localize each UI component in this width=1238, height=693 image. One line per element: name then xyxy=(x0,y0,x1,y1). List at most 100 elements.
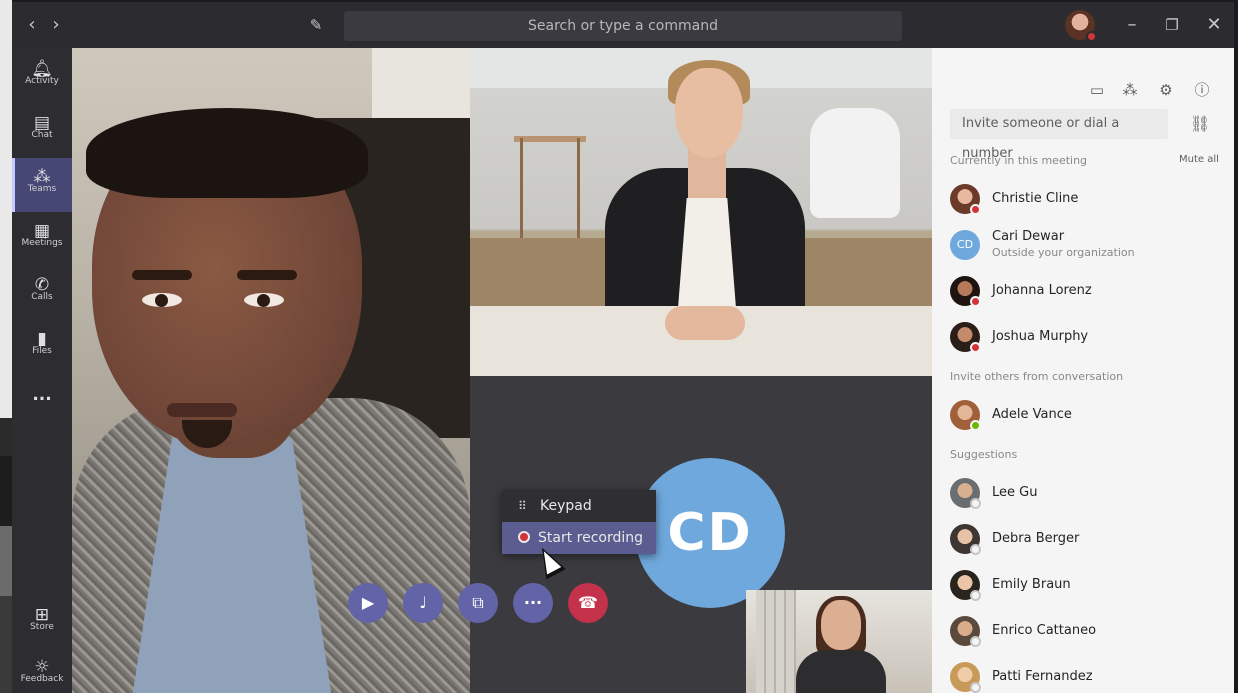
lightbulb-icon: ☼ xyxy=(34,657,50,677)
keypad-icon: ⠿ xyxy=(518,499,527,513)
participant-name: Patti Fernandez xyxy=(992,669,1093,684)
participant-name: Debra Berger xyxy=(992,531,1080,546)
more-actions-button[interactable]: ··· xyxy=(513,583,553,623)
busy-status-icon xyxy=(970,342,981,353)
chevron-left-icon[interactable]: ‹ xyxy=(20,12,44,38)
more-actions-menu: ⠿ Keypad Start recording xyxy=(502,490,656,554)
info-icon[interactable]: ⓘ xyxy=(1192,80,1212,100)
rail-item-label: Feedback xyxy=(20,674,64,684)
self-video-tile[interactable] xyxy=(746,590,932,693)
participant-row[interactable]: Joshua Murphy xyxy=(950,318,1220,358)
rail-item-chat[interactable]: ▤ Chat xyxy=(12,104,72,158)
busy-status-icon xyxy=(970,296,981,307)
rail-item-feedback[interactable]: ☼ Feedback xyxy=(12,648,72,693)
title-bar: ‹ › ✎ Search or type a command – ❐ ✕ xyxy=(12,2,1234,48)
phone-icon: ✆ xyxy=(34,275,50,295)
rail-item-label: Meetings xyxy=(21,238,63,248)
background-side-table xyxy=(520,138,580,238)
offline-status-icon xyxy=(970,590,981,601)
busy-status-icon xyxy=(1086,31,1097,42)
rail-item-label: Calls xyxy=(31,292,53,302)
chat-icon: ▤ xyxy=(33,113,51,133)
rail-item-calls[interactable]: ✆ Calls xyxy=(12,266,72,320)
participant-name: Emily Braun xyxy=(992,577,1071,592)
participant-name: Lee Gu xyxy=(992,485,1038,500)
menu-item-keypad[interactable]: ⠿ Keypad xyxy=(502,490,656,522)
rail-item-store[interactable]: ⊞ Store xyxy=(12,596,72,650)
compose-icon[interactable]: ✎ xyxy=(304,12,328,38)
record-icon xyxy=(518,531,530,543)
suggestion-row[interactable]: Patti Fernandez xyxy=(950,658,1220,693)
participant-name: Johanna Lorenz xyxy=(992,283,1092,298)
user-avatar[interactable] xyxy=(1065,10,1097,42)
calendar-icon: ▦ xyxy=(33,221,51,241)
invite-input[interactable]: Invite someone or dial a number xyxy=(950,109,1168,161)
participant-row[interactable]: CD Cari Dewar Outside your organization xyxy=(950,226,1220,266)
suggestion-row[interactable]: Enrico Cattaneo xyxy=(950,612,1220,652)
participants-panel: ▭ ⁂ ⚙ ⓘ Invite someone or dial a number … xyxy=(932,48,1234,693)
rail-item-files[interactable]: ▮ Files xyxy=(12,320,72,374)
share-screen-button[interactable]: ⧉ xyxy=(458,583,498,623)
participant-subtitle: Outside your organization xyxy=(992,246,1135,259)
minimize-icon[interactable]: – xyxy=(1120,12,1144,38)
participant-row[interactable]: Johanna Lorenz xyxy=(950,272,1220,312)
background-chair xyxy=(810,108,900,218)
store-icon: ⊞ xyxy=(34,605,50,625)
rail-item-activity[interactable]: 🔔︎ Activity xyxy=(12,50,72,104)
menu-item-label: Start recording xyxy=(538,530,644,546)
participant-hair xyxy=(86,108,368,198)
meeting-stage: CD ⠿ Keypad Start recording ▶ ♩ ⧉ ··· ☎ xyxy=(72,48,932,693)
rail-item-meetings[interactable]: ▦ Meetings xyxy=(12,212,72,266)
section-heading-current: Currently in this meeting xyxy=(950,154,1088,167)
participant-row[interactable]: Christie Cline xyxy=(950,180,1220,220)
chevron-right-icon[interactable]: › xyxy=(44,12,68,38)
background-window-edge xyxy=(0,0,12,693)
maximize-icon[interactable]: ❐ xyxy=(1160,12,1184,38)
rail-more-button[interactable]: ... xyxy=(12,382,72,412)
participant-brow xyxy=(132,270,192,280)
participant-name: Cari Dewar xyxy=(992,229,1065,244)
offline-status-icon xyxy=(970,544,981,555)
video-toggle-button[interactable]: ▶ xyxy=(348,583,388,623)
participant-name: Joshua Murphy xyxy=(992,329,1089,344)
rail-item-label: Store xyxy=(30,622,54,632)
offline-status-icon xyxy=(970,682,981,693)
suggestion-row[interactable]: Lee Gu xyxy=(950,474,1220,514)
rail-item-label: Chat xyxy=(31,130,53,140)
chat-icon[interactable]: ▭ xyxy=(1087,80,1107,100)
offline-status-icon xyxy=(970,636,981,647)
section-heading-suggestions: Suggestions xyxy=(950,448,1018,461)
mic-toggle-button[interactable]: ♩ xyxy=(403,583,443,623)
initials-avatar: CD xyxy=(635,458,785,608)
available-status-icon xyxy=(970,420,981,431)
rail-item-label: Files xyxy=(32,346,52,356)
search-input[interactable]: Search or type a command xyxy=(344,11,902,41)
invite-person-row[interactable]: Adele Vance xyxy=(950,396,1220,436)
participant-name: Enrico Cattaneo xyxy=(992,623,1097,638)
share-screen-icon: ⧉ xyxy=(472,593,484,612)
hang-up-icon: ☎ xyxy=(578,593,598,612)
section-heading-invite: Invite others from conversation xyxy=(950,370,1124,383)
participant-eye xyxy=(244,293,284,307)
menu-item-label: Keypad xyxy=(540,498,592,514)
file-icon: ▮ xyxy=(37,329,47,349)
suggestion-row[interactable]: Emily Braun xyxy=(950,566,1220,606)
participants-icon[interactable]: ⁂ xyxy=(1120,80,1140,100)
link-icon[interactable]: ⛓ xyxy=(1190,114,1210,134)
hang-up-button[interactable]: ☎ xyxy=(568,583,608,623)
suggestion-row[interactable]: Debra Berger xyxy=(950,520,1220,560)
rail-item-label: Activity xyxy=(25,76,59,86)
menu-item-start-recording[interactable]: Start recording xyxy=(502,522,656,554)
gear-icon[interactable]: ⚙ xyxy=(1156,80,1176,100)
app-rail: 🔔︎ Activity ▤ Chat ⁂ Teams ▦ Meetings ✆ … xyxy=(12,48,72,693)
background-window xyxy=(756,590,796,693)
rail-item-label: Teams xyxy=(27,184,57,194)
participant-name: Adele Vance xyxy=(992,407,1072,422)
close-icon[interactable]: ✕ xyxy=(1202,12,1226,38)
more-icon: ··· xyxy=(523,593,543,612)
participant-brow xyxy=(237,270,297,280)
video-tile-participant-2[interactable] xyxy=(470,48,932,376)
rail-item-teams[interactable]: ⁂ Teams xyxy=(12,158,72,212)
avatar: CD xyxy=(950,230,980,260)
mute-all-button[interactable]: Mute all xyxy=(1179,154,1219,165)
